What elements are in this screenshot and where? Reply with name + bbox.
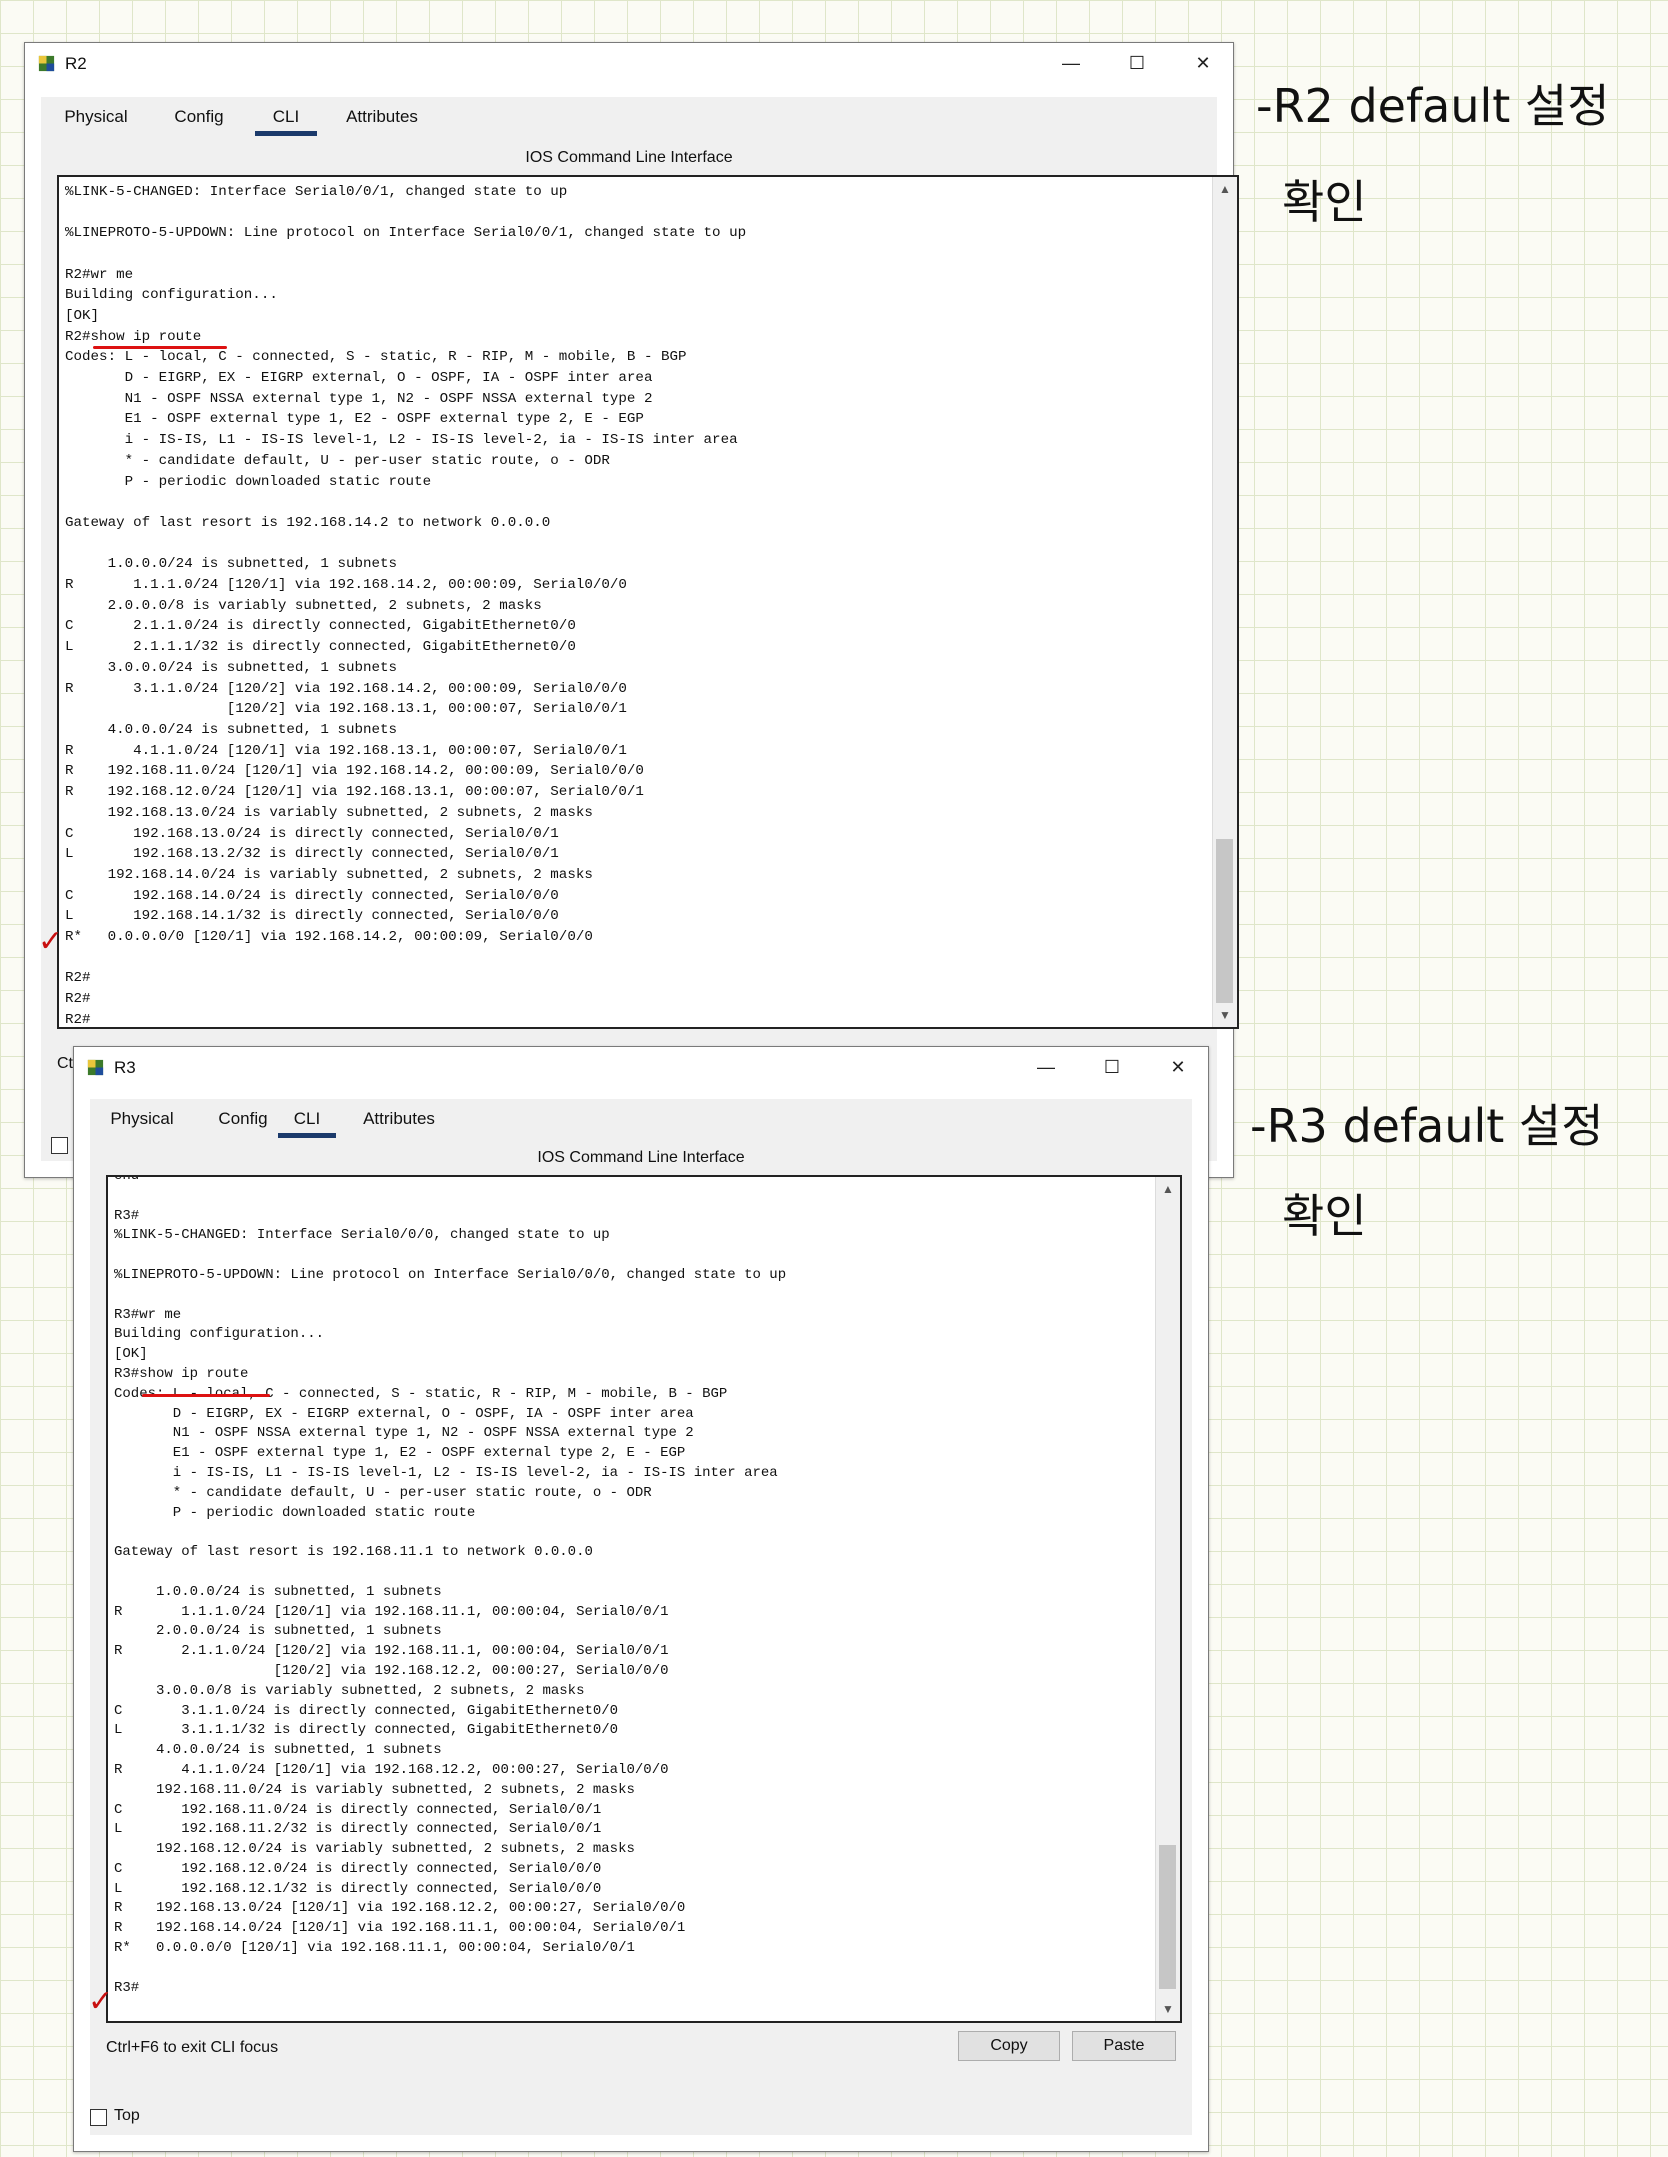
- r2-window: R2 — ☐ ✕ Physical Config CLI Attributes …: [24, 42, 1239, 1178]
- r2-cli-panel: IOS Command Line Interface R2# %LINK-5-C…: [41, 137, 1239, 1161]
- scroll-down-icon[interactable]: ▼: [1156, 1999, 1180, 2019]
- cli-focus-hint: Ctrl+F6 to exit CLI focus: [106, 2039, 279, 2056]
- r3-note-line1: -R3 default 설정: [1250, 1099, 1604, 1153]
- scroll-thumb[interactable]: [1159, 1845, 1176, 1989]
- r2-top-checkbox[interactable]: [51, 1137, 68, 1154]
- tab-config[interactable]: Config: [196, 1099, 290, 1139]
- tab-config[interactable]: Config: [153, 97, 245, 137]
- scroll-up-icon[interactable]: ▲: [1213, 179, 1237, 199]
- r2-note-line2: 확인: [1282, 175, 1367, 229]
- tab-physical[interactable]: Physical: [41, 97, 151, 137]
- r2-scrollbar[interactable]: ▲ ▼: [1212, 177, 1237, 1027]
- tab-cli[interactable]: CLI: [255, 97, 317, 137]
- window-title: R2: [65, 54, 87, 73]
- panel-title: IOS Command Line Interface: [525, 149, 733, 166]
- top-label: Top: [114, 2107, 140, 2124]
- scroll-down-icon[interactable]: ▼: [1213, 1005, 1237, 1025]
- command-underline: [93, 346, 227, 349]
- r2-partial-hint: Ct: [57, 1055, 73, 1072]
- r3-scrollbar[interactable]: ▲ ▼: [1155, 1177, 1180, 2021]
- minimize-button[interactable]: —: [1041, 43, 1101, 83]
- top-checkbox[interactable]: [90, 2109, 107, 2126]
- tab-cli-label: CLI: [293, 1109, 321, 1128]
- maximize-button[interactable]: ☐: [1082, 1047, 1142, 1087]
- r3-cli-console[interactable]: end R3# %LINK-5-CHANGED: Interface Seria…: [106, 1175, 1182, 2023]
- r3-tabs: Physical Config CLI Attributes: [90, 1099, 1192, 1139]
- r2-tabs: Physical Config CLI Attributes: [41, 97, 1217, 137]
- tab-cli-label: CLI: [272, 107, 300, 126]
- copy-button[interactable]: Copy: [958, 2031, 1060, 2061]
- tab-attributes[interactable]: Attributes: [346, 1099, 452, 1139]
- router-app-icon: [38, 55, 55, 72]
- maximize-button[interactable]: ☐: [1107, 43, 1167, 83]
- r3-window: R3 — ☐ ✕ Physical Config CLI Attributes …: [73, 1046, 1209, 2152]
- scroll-up-icon[interactable]: ▲: [1156, 1179, 1180, 1199]
- close-button[interactable]: ✕: [1173, 43, 1233, 83]
- tab-physical[interactable]: Physical: [90, 1099, 194, 1139]
- command-underline: [142, 1394, 270, 1397]
- r2-cli-console[interactable]: R2# %LINK-5-CHANGED: Interface Serial0/0…: [57, 175, 1239, 1029]
- r3-note-line2: 확인: [1282, 1189, 1367, 1243]
- minimize-button[interactable]: —: [1016, 1047, 1076, 1087]
- panel-title: IOS Command Line Interface: [537, 1149, 745, 1166]
- active-tab-indicator: [255, 131, 317, 136]
- check-mark-icon: ✓: [88, 1984, 114, 2019]
- r2-titlebar[interactable]: R2 — ☐ ✕: [25, 43, 1233, 83]
- r2-note-line1: -R2 default 설정: [1256, 79, 1610, 133]
- scroll-thumb[interactable]: [1216, 839, 1233, 1003]
- router-app-icon: [87, 1059, 104, 1076]
- r2-cli-output: R2# %LINK-5-CHANGED: Interface Serial0/0…: [65, 177, 747, 1028]
- check-mark-icon: ✓: [38, 924, 64, 959]
- r3-cli-panel: IOS Command Line Interface end R3# %LINK…: [90, 1139, 1192, 2135]
- close-button[interactable]: ✕: [1148, 1047, 1208, 1087]
- tab-cli[interactable]: CLI: [278, 1099, 336, 1139]
- r3-titlebar[interactable]: R3 — ☐ ✕: [74, 1047, 1208, 1087]
- r3-cli-output: end R3# %LINK-5-CHANGED: Interface Seria…: [114, 1175, 787, 1996]
- paste-button[interactable]: Paste: [1072, 2031, 1176, 2061]
- active-tab-indicator: [278, 1133, 336, 1138]
- tab-attributes[interactable]: Attributes: [327, 97, 437, 137]
- window-title: R3: [114, 1058, 136, 1077]
